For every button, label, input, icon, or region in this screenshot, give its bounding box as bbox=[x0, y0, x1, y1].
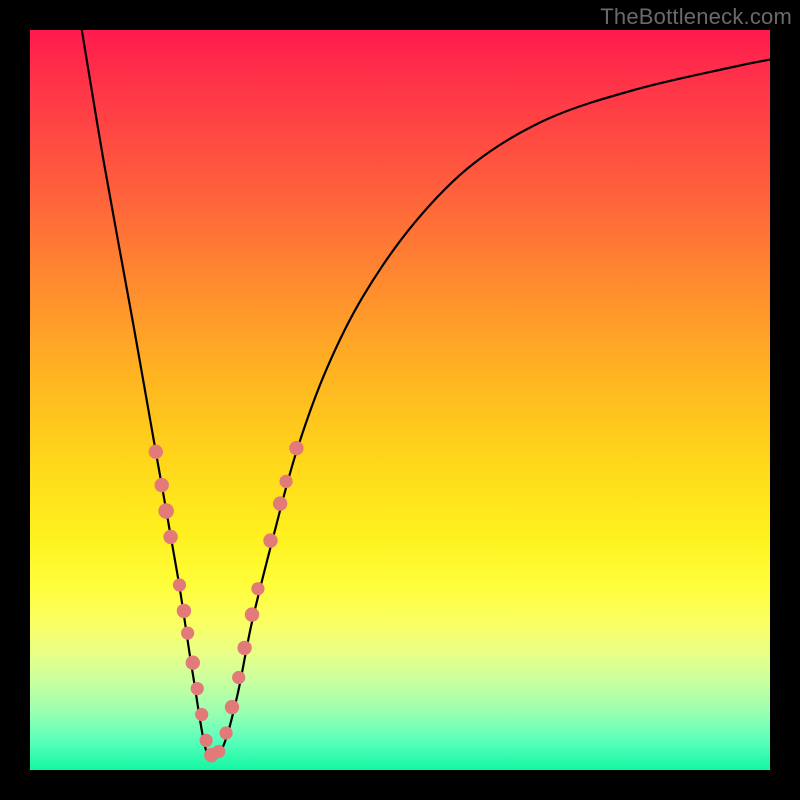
sample-dot bbox=[191, 682, 204, 695]
sample-dot bbox=[181, 627, 194, 640]
sample-dot bbox=[289, 441, 303, 455]
sample-dot bbox=[163, 530, 177, 544]
sample-dot bbox=[273, 496, 287, 510]
sample-markers bbox=[149, 441, 304, 763]
sample-dot bbox=[232, 671, 245, 684]
sample-dot bbox=[158, 503, 174, 519]
sample-dot bbox=[279, 475, 292, 488]
sample-dot bbox=[195, 708, 208, 721]
sample-dot bbox=[186, 656, 200, 670]
sample-dot bbox=[177, 604, 191, 618]
sample-dot bbox=[173, 578, 186, 591]
sample-dot bbox=[212, 745, 225, 758]
sample-dot bbox=[220, 726, 233, 739]
bottleneck-curve bbox=[82, 30, 770, 761]
sample-dot bbox=[149, 445, 163, 459]
sample-dot bbox=[225, 700, 239, 714]
chart-frame: TheBottleneck.com bbox=[0, 0, 800, 800]
sample-dot bbox=[245, 607, 259, 621]
sample-dot bbox=[200, 734, 213, 747]
plot-area bbox=[30, 30, 770, 770]
sample-dot bbox=[263, 533, 277, 547]
sample-dot bbox=[251, 582, 264, 595]
sample-dot bbox=[237, 641, 251, 655]
watermark-text: TheBottleneck.com bbox=[600, 4, 792, 30]
chart-svg bbox=[30, 30, 770, 770]
sample-dot bbox=[155, 478, 169, 492]
